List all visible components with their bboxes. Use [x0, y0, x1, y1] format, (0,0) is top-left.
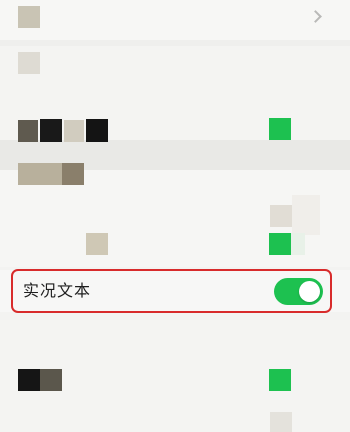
blurred-toggle[interactable]	[269, 233, 291, 255]
blurred-content	[40, 369, 62, 391]
list-item-2[interactable]	[0, 110, 350, 150]
list-item-1[interactable]	[0, 0, 350, 40]
blurred-content	[18, 120, 38, 142]
chevron-right-icon	[309, 10, 322, 23]
blurred-content	[291, 233, 305, 255]
blurred-content	[18, 369, 40, 391]
blurred-content	[270, 205, 292, 227]
highlight-box	[11, 269, 332, 313]
blurred-content	[18, 52, 40, 74]
blurred-toggle[interactable]	[269, 369, 291, 391]
blurred-content	[86, 233, 108, 255]
blurred-toggle[interactable]	[269, 118, 291, 140]
blurred-icon	[18, 6, 40, 28]
blurred-content	[270, 412, 292, 432]
list-item-4[interactable]	[0, 360, 350, 400]
list-item-3[interactable]	[0, 225, 350, 265]
blurred-content	[64, 120, 84, 142]
blurred-content	[18, 163, 62, 185]
blurred-content	[86, 119, 108, 142]
blurred-content	[40, 119, 62, 142]
blurred-content	[62, 163, 84, 185]
